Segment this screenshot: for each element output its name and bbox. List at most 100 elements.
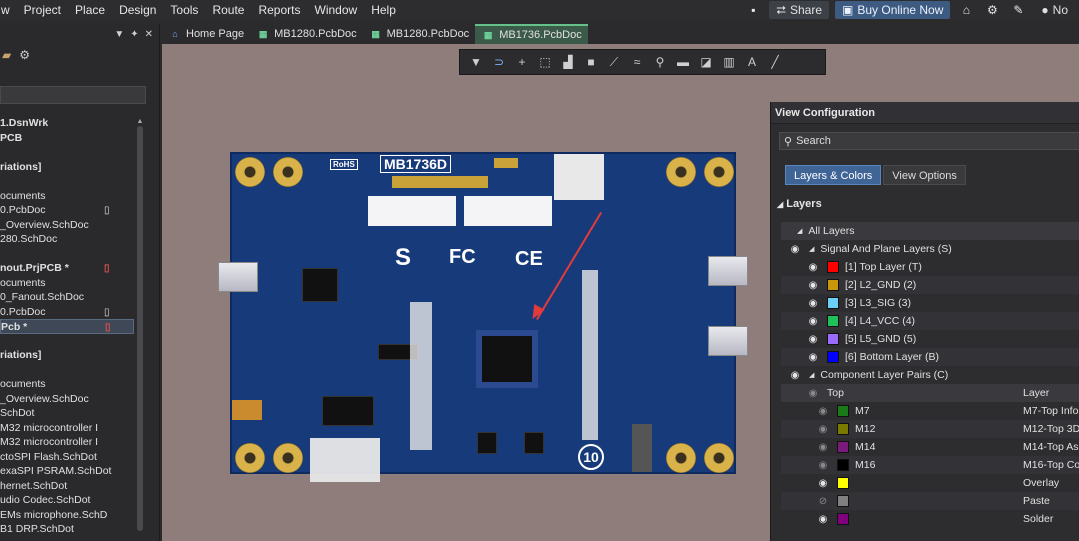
pcb-board[interactable]: RoHS MB1736D S FC CE 10 <box>218 152 748 482</box>
eye-icon[interactable]: ◉ <box>789 370 801 381</box>
line-icon[interactable]: ╱ <box>767 54 783 70</box>
menu-item-project[interactable]: Project <box>17 0 68 20</box>
eye-icon[interactable]: ◉ <box>789 244 801 255</box>
eye-icon[interactable]: ◉ <box>817 442 829 453</box>
tree-item[interactable]: PCB <box>0 131 148 146</box>
menu-item-tools[interactable]: Tools <box>163 0 205 20</box>
menu-item-window[interactable]: Window <box>308 0 365 20</box>
layer-row[interactable]: ◉ [5] L5_GND (5) <box>781 330 1079 348</box>
diff-pair-icon[interactable]: ≈ <box>629 54 645 70</box>
tree-item[interactable]: B1 DRP.SchDot <box>0 522 148 537</box>
fill-icon[interactable]: ▬ <box>675 54 691 70</box>
region-icon[interactable]: ◪ <box>698 54 714 70</box>
menu-item-reports[interactable]: Reports <box>251 0 307 20</box>
layer-color-swatch[interactable] <box>827 279 839 291</box>
tree-item[interactable] <box>0 145 148 160</box>
tab-document[interactable]: ▦ MB1280.PcbDoc <box>250 24 363 44</box>
tree-item[interactable] <box>0 334 148 349</box>
text-icon[interactable]: A <box>744 54 760 70</box>
expand-icon[interactable]: ◢ <box>797 227 802 235</box>
layer-color-swatch[interactable] <box>837 477 849 489</box>
layer-color-swatch[interactable] <box>837 405 849 417</box>
layer-color-swatch[interactable] <box>837 441 849 453</box>
project-folder-icon[interactable]: ▰ <box>2 48 11 62</box>
layer-row[interactable]: ◉ Solder <box>781 510 1079 528</box>
filter-icon[interactable]: ▼ <box>468 54 484 70</box>
via-icon[interactable]: ⚲ <box>652 54 668 70</box>
select-rect-icon[interactable]: ⬚ <box>537 54 553 70</box>
project-tree-scrollbar[interactable]: ▲ <box>136 118 144 541</box>
layer-row[interactable]: ⊘ Paste <box>781 492 1079 510</box>
panel-menu-icon[interactable]: ▼ <box>114 29 124 40</box>
move-icon[interactable]: + <box>514 54 530 70</box>
tab-layers-colors[interactable]: Layers & Colors <box>785 165 882 185</box>
scrollbar-thumb[interactable] <box>137 126 143 531</box>
tree-item[interactable]: ocuments <box>0 377 148 392</box>
tab-view-options[interactable]: View Options <box>883 165 966 185</box>
account-button[interactable]: ● No <box>1034 1 1075 19</box>
eye-icon[interactable]: ◉ <box>817 514 829 525</box>
tree-item[interactable]: riations] <box>0 348 148 363</box>
tree-item[interactable]: riations] <box>0 160 148 175</box>
snap-icon[interactable]: ⊃ <box>491 54 507 70</box>
layer-row[interactable]: ◉ [1] Top Layer (T) <box>781 258 1079 276</box>
menu-item-place[interactable]: Place <box>68 0 112 20</box>
expand-icon[interactable]: ◢ <box>809 245 814 253</box>
layer-color-swatch[interactable] <box>837 423 849 435</box>
share-button[interactable]: ⮂ Share <box>769 1 830 19</box>
route-icon[interactable]: ⟋ <box>606 54 622 70</box>
layer-row[interactable]: ◉ [4] L4_VCC (4) <box>781 312 1079 330</box>
tree-item[interactable]: _Overview.SchDoc <box>0 392 148 407</box>
layer-row[interactable]: ◉ [6] Bottom Layer (B) <box>781 348 1079 366</box>
home-icon[interactable]: ⌂ <box>956 1 976 19</box>
gear-icon[interactable]: ⚙ <box>982 1 1002 19</box>
menu-item-w[interactable]: w <box>0 0 17 20</box>
tree-item[interactable]: 0.PcbDoc ▯ <box>0 203 148 218</box>
tree-item[interactable] <box>0 363 148 378</box>
component-pair-row[interactable]: ◉ M12 M12-Top 3D <box>781 420 1079 438</box>
layer-row[interactable]: ◉ Overlay <box>781 474 1079 492</box>
chat-icon[interactable]: ▪ <box>743 1 763 19</box>
component-icon[interactable]: ■ <box>583 54 599 70</box>
tree-item[interactable]: M32 microcontroller I <box>0 435 148 450</box>
pin-icon[interactable]: ✦ <box>130 29 138 40</box>
eye-icon[interactable]: ◉ <box>807 334 819 345</box>
layer-color-swatch[interactable] <box>837 459 849 471</box>
tree-item[interactable]: udio Codec.SchDot <box>0 493 148 508</box>
eye-icon[interactable]: ◉ <box>807 262 819 273</box>
tree-item[interactable]: 0_Fanout.SchDoc <box>0 290 148 305</box>
tree-item[interactable]: _Overview.SchDoc <box>0 218 148 233</box>
tree-item[interactable]: 280.SchDoc <box>0 232 148 247</box>
eye-icon[interactable]: ◉ <box>807 352 819 363</box>
eye-icon[interactable]: ◉ <box>817 460 829 471</box>
tab-document[interactable]: ⌂ Home Page <box>162 24 250 44</box>
tree-item[interactable]: SchDot <box>0 406 148 421</box>
tree-item[interactable]: Pcb * ▯ <box>0 319 134 334</box>
eye-icon[interactable]: ◉ <box>817 478 829 489</box>
scroll-up-icon[interactable]: ▲ <box>136 118 144 126</box>
component-pair-row[interactable]: ◉ M7 M7-Top Info <box>781 402 1079 420</box>
tree-item[interactable]: 1.DsnWrk <box>0 116 148 131</box>
eye-hidden-icon[interactable]: ⊘ <box>817 496 829 507</box>
component-pairs-group[interactable]: ◉ ◢ Component Layer Pairs (C) <box>781 366 1079 384</box>
layer-row[interactable]: ◉ [3] L3_SIG (3) <box>781 294 1079 312</box>
component-pair-row[interactable]: ◉ M16 M16-Top Co <box>781 456 1079 474</box>
tab-document[interactable]: ▦ MB1280.PcbDoc <box>363 24 476 44</box>
menu-item-design[interactable]: Design <box>112 0 163 20</box>
layer-search-input[interactable]: ⚲ Search <box>779 132 1079 150</box>
component-pair-row[interactable]: ◉ M14 M14-Top As <box>781 438 1079 456</box>
layer-color-swatch[interactable] <box>827 351 839 363</box>
tree-item[interactable]: ocuments <box>0 276 148 291</box>
layer-color-swatch[interactable] <box>837 513 849 525</box>
tree-item[interactable]: EMs microphone.SchD <box>0 508 148 523</box>
layer-row[interactable]: ◉ [2] L2_GND (2) <box>781 276 1079 294</box>
eye-icon[interactable]: ◉ <box>807 388 819 399</box>
eye-icon[interactable]: ◉ <box>807 298 819 309</box>
menu-item-route[interactable]: Route <box>205 0 251 20</box>
eye-icon[interactable]: ◉ <box>817 406 829 417</box>
tools-icon[interactable]: ✎ <box>1008 1 1028 19</box>
buy-online-button[interactable]: ▣ Buy Online Now <box>835 1 951 19</box>
component-pairs-header[interactable]: ◉ Top Layer <box>781 384 1079 402</box>
tree-item[interactable]: ctoSPI Flash.SchDot <box>0 450 148 465</box>
eye-icon[interactable]: ◉ <box>807 316 819 327</box>
